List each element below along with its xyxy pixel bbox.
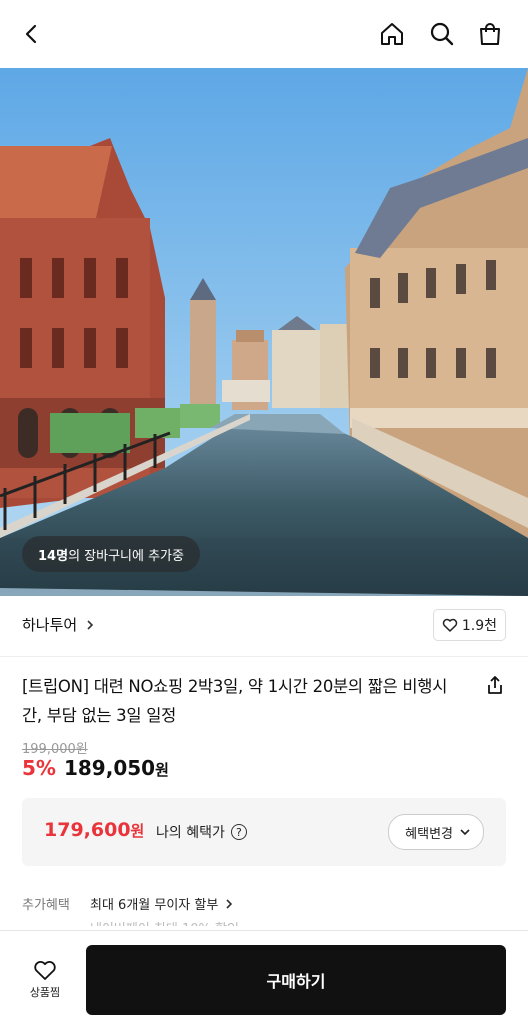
wish-label: 상품찜 <box>29 986 61 999</box>
cart-suffix: 의 장바구니에 추가중 <box>68 548 184 564</box>
back-icon[interactable] <box>14 16 50 52</box>
sale-price: 189,050원 <box>64 756 169 780</box>
product-title: [트립ON] 대련 NO쇼핑 2박3일, 약 1시간 20분의 짧은 비행시간,… <box>22 677 448 725</box>
search-icon[interactable] <box>424 16 460 52</box>
extra-benefit-value: 최대 6개월 무이자 할부 <box>90 898 219 913</box>
seller-name: 하나투어 <box>22 616 78 634</box>
bottom-action-bar: 상품찜 구매하기 <box>0 930 528 1025</box>
extra-benefit-link[interactable]: 최대 6개월 무이자 할부 <box>90 894 234 913</box>
chevron-right-icon <box>226 898 233 909</box>
benefit-price-value: 179,600 <box>44 819 131 841</box>
price-row: 5% 189,050원 <box>22 756 169 780</box>
shopping-bag-icon[interactable] <box>472 16 508 52</box>
share-icon[interactable] <box>482 672 508 698</box>
seller-row: 하나투어 1.9천 <box>0 596 528 657</box>
benefit-change-button[interactable]: 혜택변경 <box>388 814 484 850</box>
benefit-label-text: 나의 혜택가 <box>156 825 225 841</box>
help-icon[interactable]: ? <box>230 824 247 840</box>
my-benefit-box: 179,600원 나의 혜택가 ? 혜택변경 <box>22 798 506 866</box>
home-icon[interactable] <box>374 16 410 52</box>
sale-price-unit: 원 <box>155 761 169 779</box>
wish-button[interactable]: 상품찜 <box>22 959 68 1000</box>
buy-button[interactable]: 구매하기 <box>86 945 506 1015</box>
heart-icon <box>34 961 56 980</box>
like-button[interactable]: 1.9천 <box>432 609 506 641</box>
discount-rate: 5% <box>22 756 56 780</box>
like-count: 1.9천 <box>461 618 497 634</box>
seller-link[interactable]: 하나투어 <box>22 614 95 635</box>
top-bar <box>0 0 528 68</box>
benefit-change-label: 혜택변경 <box>405 826 453 842</box>
extra-benefit-label: 추가혜택 <box>22 898 70 913</box>
product-image[interactable]: 14명 의 장바구니에 추가중 <box>0 68 528 596</box>
cart-count: 14명 <box>38 548 69 564</box>
benefit-price: 179,600원 <box>44 819 144 841</box>
original-price: 199,000원 <box>22 742 88 757</box>
benefit-price-unit: 원 <box>130 822 145 840</box>
benefit-label: 나의 혜택가 ? <box>156 822 247 842</box>
chevron-right-icon <box>87 619 94 630</box>
extra-benefit-next-line: 네이버페이 최대 10% 할인 <box>90 918 239 926</box>
cart-activity-badge: 14명 의 장바구니에 추가중 <box>22 536 200 572</box>
heart-icon <box>442 618 458 632</box>
chevron-down-icon <box>460 829 470 836</box>
sale-price-value: 189,050 <box>63 756 156 780</box>
